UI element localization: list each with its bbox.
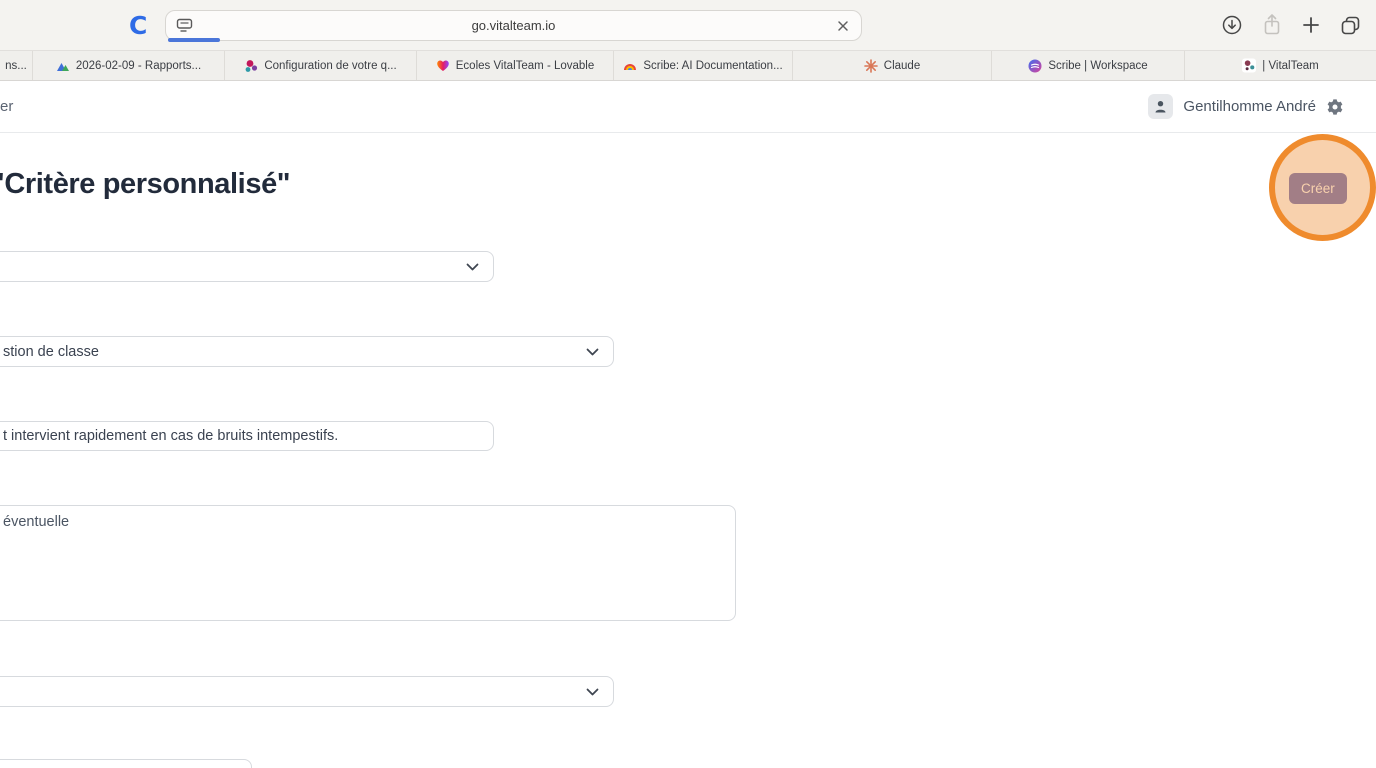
claude-starburst-icon — [863, 58, 878, 73]
settings-gear-icon[interactable] — [1326, 98, 1344, 116]
lovable-heart-icon — [436, 59, 450, 73]
new-tab-icon[interactable] — [1301, 15, 1321, 35]
bookmarks-bar: ns... 2026-02-09 - Rapports... Configura… — [0, 50, 1376, 81]
page-title: "Critère personnalisé" — [0, 168, 291, 200]
user-area: Gentilhomme André — [1148, 94, 1344, 119]
browser-toolbar: C go.vitalteam.io — [0, 0, 1376, 50]
scribe-gradient-icon — [1028, 59, 1042, 73]
bookmark-label: ns... — [5, 59, 27, 72]
page-load-progress — [168, 38, 220, 42]
url-text[interactable]: go.vitalteam.io — [472, 18, 556, 33]
close-icon[interactable] — [836, 19, 850, 38]
create-button[interactable]: Créer — [1289, 173, 1347, 204]
tab-overview-icon[interactable] — [1339, 14, 1362, 37]
user-avatar[interactable] — [1148, 94, 1174, 119]
select-field-3[interactable] — [0, 676, 614, 707]
vitalteam-dots-icon — [1242, 58, 1257, 73]
chevron-down-icon — [586, 344, 599, 360]
bookmark-item[interactable]: Scribe | Workspace — [992, 51, 1185, 80]
bookmark-label: | VitalTeam — [1262, 59, 1319, 72]
reader-mode-icon[interactable] — [176, 18, 193, 38]
bookmark-label: Claude — [883, 59, 921, 72]
app-header: er Gentilhomme André — [0, 81, 1376, 133]
vitalteam-dots-icon — [244, 59, 258, 73]
user-name: Gentilhomme André — [1183, 98, 1316, 115]
bookmark-item[interactable]: Scribe: AI Documentation... — [614, 51, 793, 80]
bookmark-label: 2026-02-09 - Rapports... — [75, 59, 202, 72]
input-value: t intervient rapidement en cas de bruits… — [3, 428, 339, 444]
textarea-value: éventuelle — [3, 514, 70, 530]
text-input-field[interactable]: t intervient rapidement en cas de bruits… — [0, 421, 494, 451]
chevron-down-icon — [466, 259, 479, 275]
bookmark-item[interactable]: 2026-02-09 - Rapports... — [33, 51, 225, 80]
select-field-1[interactable] — [0, 251, 494, 282]
bookmark-item[interactable]: ns... — [0, 51, 33, 80]
bookmark-item[interactable]: | VitalTeam — [1185, 51, 1376, 80]
share-icon[interactable] — [1261, 13, 1283, 37]
bookmark-item[interactable]: Ecoles VitalTeam - Lovable — [417, 51, 614, 80]
nav-item-truncated[interactable]: er — [0, 98, 13, 115]
bookmark-label: Scribe: AI Documentation... — [643, 59, 783, 72]
description-textarea[interactable]: éventuelle — [0, 505, 736, 621]
bookmark-label: Ecoles VitalTeam - Lovable — [455, 59, 595, 72]
chevron-down-icon — [586, 684, 599, 700]
main-content: "Critère personnalisé" Créer stion de cl… — [0, 133, 1376, 768]
bookmark-item[interactable]: Claude — [793, 51, 992, 80]
select-field-4-partial[interactable] — [0, 759, 252, 768]
mountain-icon — [56, 59, 70, 73]
bookmark-label: Scribe | Workspace — [1048, 59, 1148, 72]
rainbow-icon — [623, 59, 637, 73]
bookmark-label: Configuration de votre q... — [264, 59, 397, 72]
select-value: stion de classe — [3, 343, 99, 360]
url-bar[interactable]: go.vitalteam.io — [165, 10, 862, 42]
browser-extension-logo[interactable]: C — [129, 11, 147, 40]
downloads-icon[interactable] — [1221, 14, 1243, 36]
bookmark-item[interactable]: Configuration de votre q... — [225, 51, 417, 80]
select-field-2[interactable]: stion de classe — [0, 336, 614, 367]
